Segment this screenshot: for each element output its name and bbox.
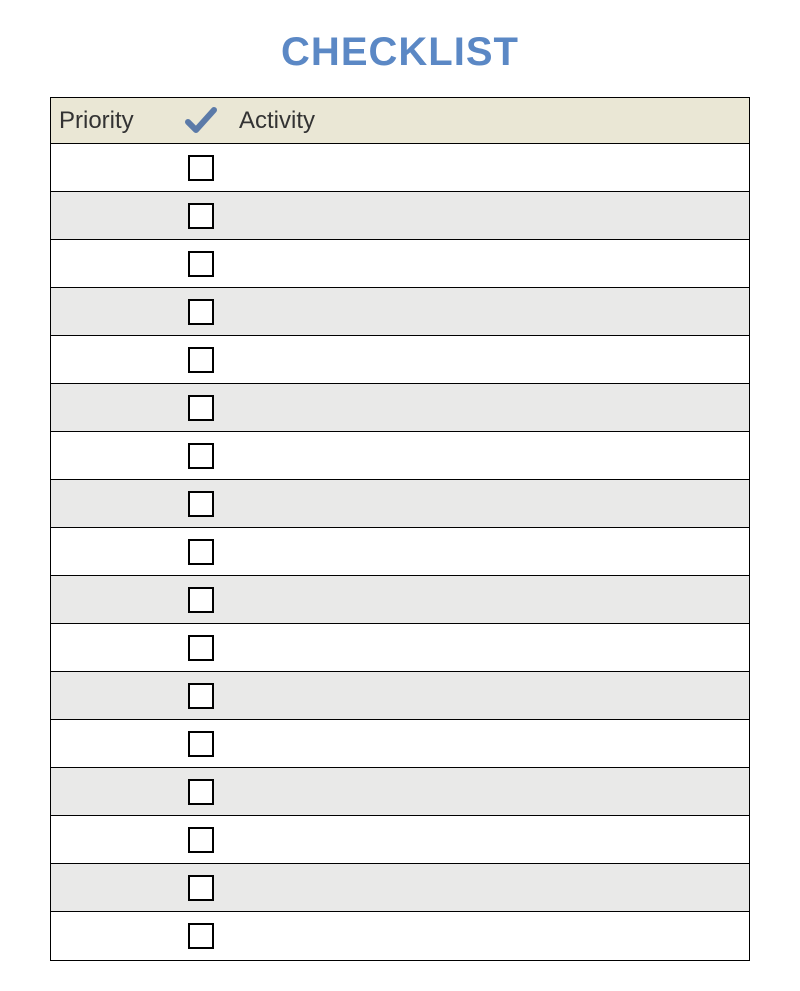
check-cell bbox=[171, 347, 231, 373]
check-cell bbox=[171, 779, 231, 805]
checkbox[interactable] bbox=[188, 491, 214, 517]
column-header-check bbox=[171, 104, 231, 138]
checkbox[interactable] bbox=[188, 731, 214, 757]
table-row bbox=[51, 240, 749, 288]
checkbox[interactable] bbox=[188, 155, 214, 181]
check-cell bbox=[171, 539, 231, 565]
checkbox[interactable] bbox=[188, 779, 214, 805]
checkbox[interactable] bbox=[188, 875, 214, 901]
checkbox[interactable] bbox=[188, 395, 214, 421]
table-header-row: Priority Activity bbox=[51, 98, 749, 144]
table-row bbox=[51, 384, 749, 432]
check-cell bbox=[171, 683, 231, 709]
check-cell bbox=[171, 155, 231, 181]
table-row bbox=[51, 528, 749, 576]
check-cell bbox=[171, 251, 231, 277]
check-cell bbox=[171, 299, 231, 325]
checkbox[interactable] bbox=[188, 683, 214, 709]
check-cell bbox=[171, 443, 231, 469]
column-header-activity: Activity bbox=[231, 107, 749, 135]
checkbox[interactable] bbox=[188, 635, 214, 661]
checkbox[interactable] bbox=[188, 347, 214, 373]
checkbox[interactable] bbox=[188, 299, 214, 325]
checkbox[interactable] bbox=[188, 443, 214, 469]
table-row bbox=[51, 912, 749, 960]
checkmark-icon bbox=[184, 104, 218, 138]
check-cell bbox=[171, 731, 231, 757]
table-row bbox=[51, 144, 749, 192]
checkbox[interactable] bbox=[188, 923, 214, 949]
table-row bbox=[51, 576, 749, 624]
table-row bbox=[51, 816, 749, 864]
table-row bbox=[51, 624, 749, 672]
check-cell bbox=[171, 491, 231, 517]
column-header-priority: Priority bbox=[51, 107, 171, 135]
check-cell bbox=[171, 827, 231, 853]
check-cell bbox=[171, 395, 231, 421]
table-row bbox=[51, 768, 749, 816]
table-row bbox=[51, 720, 749, 768]
check-cell bbox=[171, 923, 231, 949]
table-row bbox=[51, 864, 749, 912]
checkbox[interactable] bbox=[188, 539, 214, 565]
table-row bbox=[51, 480, 749, 528]
check-cell bbox=[171, 875, 231, 901]
table-row bbox=[51, 672, 749, 720]
check-cell bbox=[171, 203, 231, 229]
check-cell bbox=[171, 587, 231, 613]
table-row bbox=[51, 192, 749, 240]
table-row bbox=[51, 336, 749, 384]
checklist-table: Priority Activity bbox=[50, 97, 750, 961]
page-title: CHECKLIST bbox=[50, 30, 750, 75]
checkbox[interactable] bbox=[188, 827, 214, 853]
table-row bbox=[51, 432, 749, 480]
checkbox[interactable] bbox=[188, 251, 214, 277]
table-row bbox=[51, 288, 749, 336]
checkbox[interactable] bbox=[188, 203, 214, 229]
checkbox[interactable] bbox=[188, 587, 214, 613]
check-cell bbox=[171, 635, 231, 661]
